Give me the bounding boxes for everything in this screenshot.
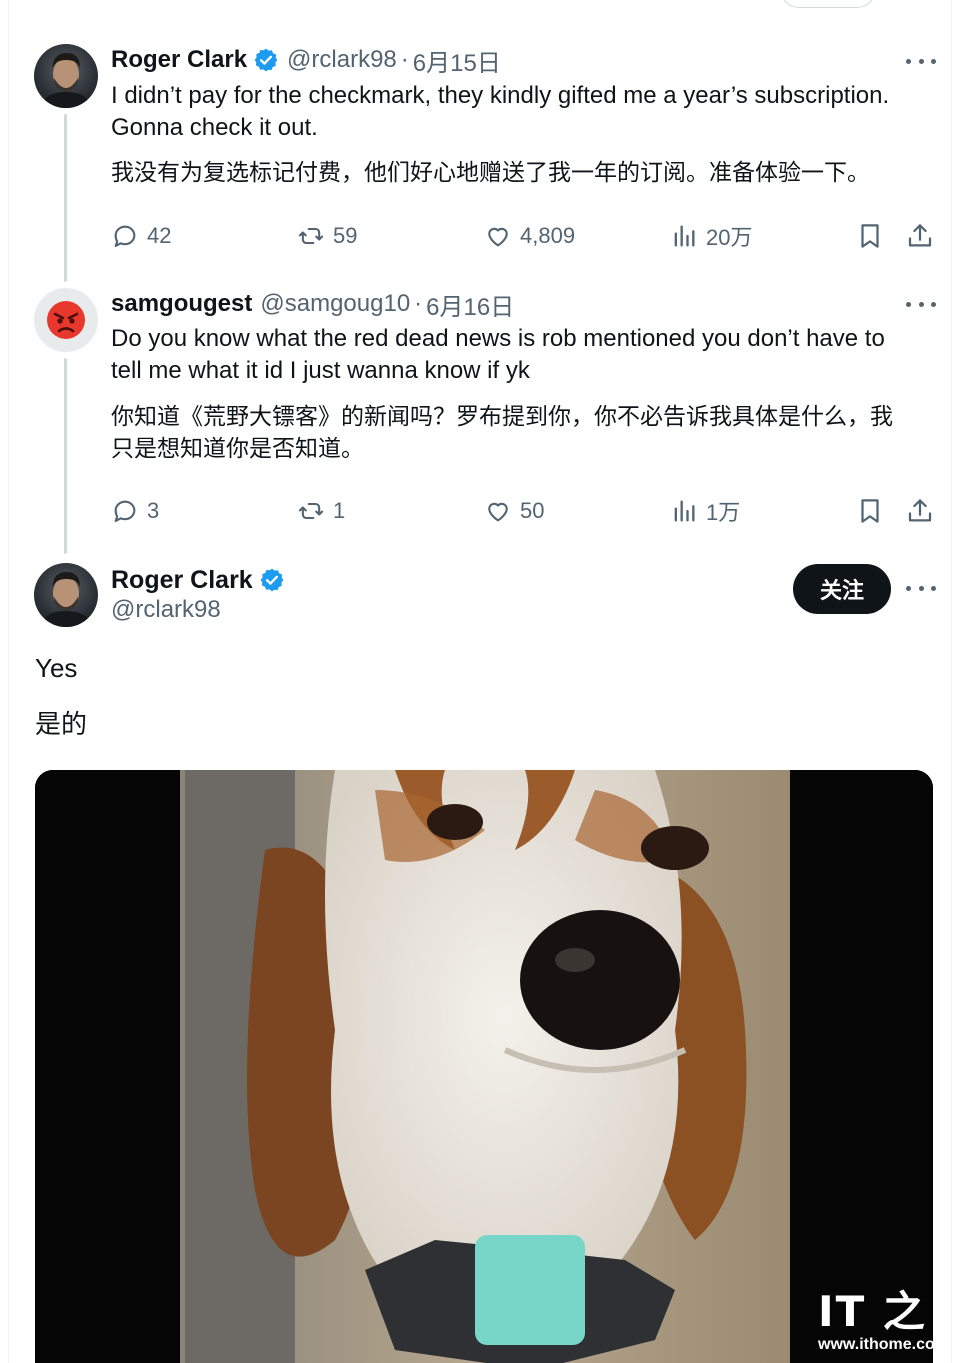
angry-face-icon bbox=[47, 301, 85, 339]
reply-count: 3 bbox=[147, 498, 160, 523]
views-count: 20万 bbox=[706, 225, 753, 250]
reply-button[interactable]: 42 bbox=[111, 220, 171, 252]
like-button[interactable]: 4,809 bbox=[484, 220, 575, 252]
reply-button[interactable]: 3 bbox=[111, 495, 159, 527]
more-options-icon[interactable] bbox=[906, 294, 936, 314]
repost-button[interactable]: 59 bbox=[297, 220, 357, 252]
verified-badge-icon[interactable] bbox=[259, 567, 285, 593]
main-author-row: Roger Clark bbox=[111, 564, 285, 596]
share-icon[interactable] bbox=[905, 496, 935, 526]
author-handle[interactable]: @rclark98 bbox=[287, 46, 397, 74]
views-button[interactable]: 1万 bbox=[670, 495, 740, 527]
reply-icon bbox=[114, 225, 136, 247]
tweet2-header: samgougest @samgoug10 · 6月16日 bbox=[111, 287, 514, 322]
tweet2-text-en-line2: tell me what it id I just wanna know if … bbox=[111, 357, 530, 384]
like-icon bbox=[488, 227, 508, 247]
tweet2-text-en-line1: Do you know what the red dead news is ro… bbox=[111, 325, 885, 352]
like-count: 50 bbox=[520, 498, 545, 523]
views-icon bbox=[674, 225, 695, 247]
avatar-portrait-icon bbox=[40, 571, 92, 627]
bookmark-icon[interactable] bbox=[855, 496, 885, 526]
repost-icon bbox=[298, 502, 324, 520]
tweet1-text-zh: 我没有为复选标记付费，他们好心地赠送了我一年的订阅。准备体验一下。 bbox=[111, 159, 870, 185]
tweet1-header: Roger Clark @rclark98 · 6月15日 bbox=[111, 43, 501, 78]
author-handle[interactable]: @rclark98 bbox=[111, 596, 221, 624]
like-count: 4,809 bbox=[520, 223, 576, 248]
author-name[interactable]: samgougest bbox=[111, 290, 252, 318]
avatar-samgougest[interactable] bbox=[34, 288, 98, 352]
timeline-border-right bbox=[951, 0, 952, 1363]
watermark-logo: IT 之 bbox=[818, 1287, 927, 1336]
watermark-url: www.ithome.co bbox=[818, 1336, 935, 1353]
author-name[interactable]: Roger Clark bbox=[111, 46, 247, 74]
like-icon bbox=[488, 502, 508, 522]
more-options-icon[interactable] bbox=[906, 51, 936, 71]
thread-line bbox=[64, 114, 67, 282]
tweet-date[interactable]: 6月15日 bbox=[413, 43, 501, 78]
tweet1-text-en-line2: Gonna check it out. bbox=[111, 114, 318, 141]
views-button[interactable]: 20万 bbox=[670, 220, 752, 252]
repost-icon bbox=[298, 227, 324, 245]
tweet-media-image[interactable] bbox=[35, 770, 933, 1363]
bookmark-icon[interactable] bbox=[855, 221, 885, 251]
tweet2-text-zh-line2: 只是想知道你是否知道。 bbox=[111, 435, 364, 461]
separator-dot: · bbox=[414, 290, 423, 317]
tweet2-text-zh-line1: 你知道《荒野大镖客》的新闻吗？罗布提到你，你不必告诉我具体是什么，我 bbox=[111, 403, 893, 429]
like-button[interactable]: 50 bbox=[484, 495, 544, 527]
views-icon bbox=[674, 500, 695, 522]
tweet1-text-en-line1: I didn’t pay for the checkmark, they kin… bbox=[111, 82, 890, 109]
reply-count: 42 bbox=[147, 223, 172, 248]
repost-count: 1 bbox=[333, 498, 346, 523]
author-name[interactable]: Roger Clark bbox=[111, 566, 253, 595]
main-tweet-text-en: Yes bbox=[35, 653, 78, 683]
avatar-portrait-icon bbox=[40, 52, 92, 108]
separator-dot: · bbox=[400, 46, 409, 73]
avatar-roger-clark[interactable] bbox=[34, 563, 98, 627]
tweet-date[interactable]: 6月16日 bbox=[426, 287, 514, 322]
thread-line bbox=[64, 358, 67, 554]
top-pill-button[interactable] bbox=[780, 0, 876, 8]
repost-count: 59 bbox=[333, 223, 358, 248]
reply-icon bbox=[114, 500, 136, 522]
timeline-border-left bbox=[8, 0, 9, 1363]
beagle-photo bbox=[35, 770, 933, 1363]
verified-badge-icon[interactable] bbox=[253, 47, 279, 73]
author-handle[interactable]: @samgoug10 bbox=[260, 290, 410, 318]
repost-button[interactable]: 1 bbox=[297, 495, 345, 527]
main-tweet-text-zh: 是的 bbox=[35, 709, 88, 739]
share-icon[interactable] bbox=[905, 221, 935, 251]
follow-button[interactable]: 关注 bbox=[793, 564, 891, 614]
more-options-icon[interactable] bbox=[906, 578, 936, 598]
views-count: 1万 bbox=[706, 500, 741, 525]
avatar-roger-clark[interactable] bbox=[34, 44, 98, 108]
